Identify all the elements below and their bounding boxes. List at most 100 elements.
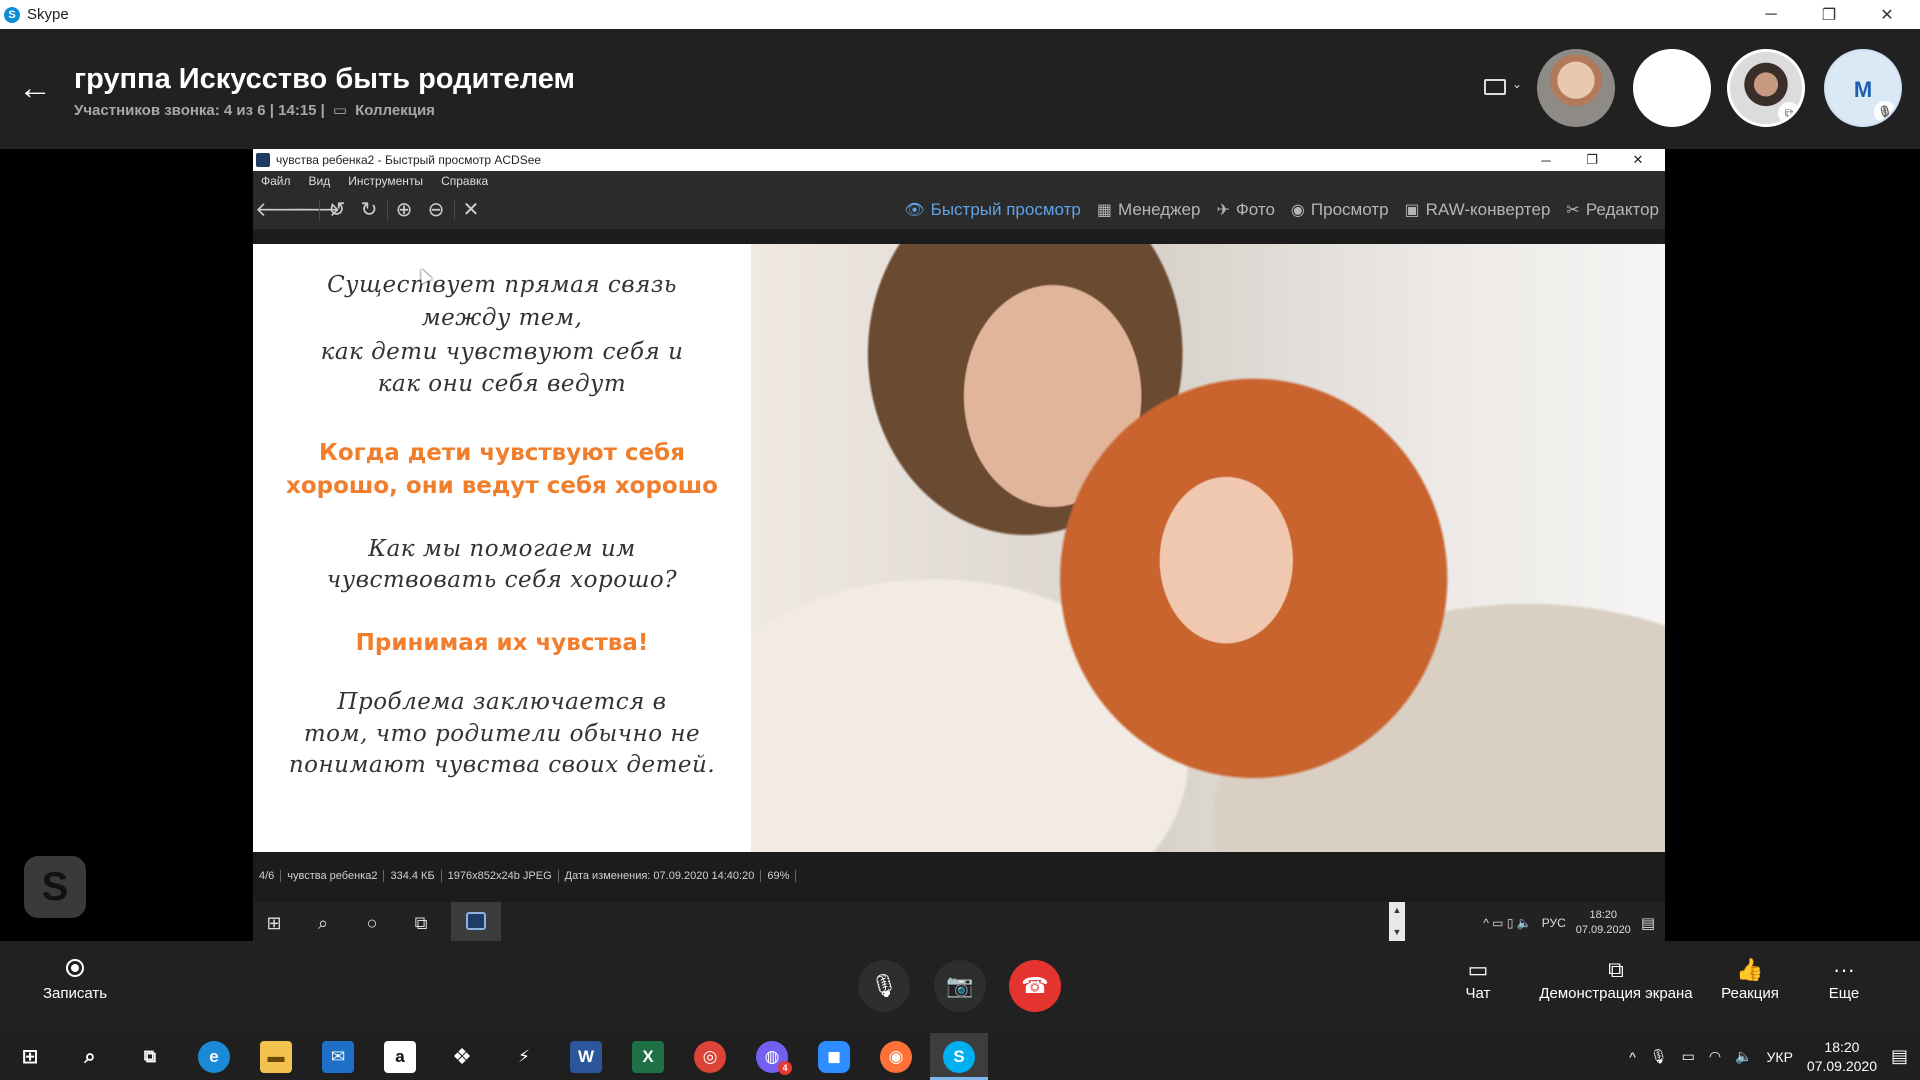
acdsee-minimize-button[interactable]: ─ xyxy=(1523,149,1569,171)
mic-toggle-button[interactable]: 🎙 xyxy=(858,960,910,1012)
tray-volume-icon[interactable]: 🔈 xyxy=(1735,1048,1752,1065)
remote-tray-scroll[interactable]: ▲ ▼ xyxy=(1389,902,1405,943)
mode-photo[interactable]: ✈ Фото xyxy=(1216,200,1274,220)
call-title: группа Искусство быть родителем xyxy=(74,63,575,95)
tray-language[interactable]: УКР xyxy=(1767,1049,1793,1065)
mode-view[interactable]: ◉ Просмотр xyxy=(1291,200,1389,220)
chrome-icon[interactable]: ◎ xyxy=(694,1041,726,1073)
remote-acdsee-taskbar-button[interactable] xyxy=(451,902,501,943)
screen-share-icon: ⧉ xyxy=(1608,957,1624,982)
layout-button[interactable]: ⌄ xyxy=(1480,73,1524,103)
acdsee-app-icon xyxy=(256,153,270,167)
skype-icon: S xyxy=(943,1041,975,1073)
rotate-right-icon[interactable]: ↻ xyxy=(355,198,383,222)
amazon-icon[interactable]: a xyxy=(384,1041,416,1073)
remote-taskview-icon[interactable]: ⧉ xyxy=(408,910,434,936)
chat-button[interactable]: ▭ Чат xyxy=(1455,955,1501,1002)
image-text-line: Проблема заключается в xyxy=(337,689,667,715)
screen-share-button[interactable]: ⧉ Демонстрация экрана xyxy=(1536,955,1696,1002)
menu-file[interactable]: Файл xyxy=(261,174,291,188)
skype-taskbar-button[interactable]: S xyxy=(930,1033,988,1080)
tray-wifi-icon[interactable]: ◠ xyxy=(1709,1048,1721,1065)
participant-avatar-3[interactable]: ⧉ xyxy=(1727,49,1805,127)
mode-editor[interactable]: ✂ Редактор xyxy=(1566,200,1659,220)
remote-system-tray: ^ ▭ ▯ 🔈 РУС 18:20 07.09.2020 ▤ xyxy=(1483,902,1655,943)
mode-raw-converter[interactable]: ▣ RAW-конвертер xyxy=(1405,200,1551,220)
mode-quick-view[interactable]: 👁 Быстрый просмотр xyxy=(904,200,1081,220)
remote-tray-icons[interactable]: ^ ▭ ▯ 🔈 xyxy=(1483,916,1532,930)
record-button[interactable]: Записать xyxy=(40,955,110,1002)
chat-label: Чат xyxy=(1465,985,1491,1002)
collection-label[interactable]: Коллекция xyxy=(355,102,435,119)
viber-icon[interactable]: ◍ 4 xyxy=(756,1041,792,1075)
skype-titlebar: S Skype ─ ❐ ✕ xyxy=(0,0,1920,29)
status-index: 4/6 xyxy=(253,870,282,882)
image-text-line: понимают чувства своих детей. xyxy=(288,752,716,778)
tray-clock[interactable]: 18:20 07.09.2020 xyxy=(1807,1038,1877,1076)
participant-avatar-2[interactable] xyxy=(1633,49,1711,127)
video-toggle-button[interactable]: 📷 xyxy=(934,960,986,1012)
firefox-icon[interactable]: ◉ xyxy=(880,1041,912,1073)
acdsee-restore-button[interactable]: ❐ xyxy=(1569,149,1615,171)
word-icon[interactable]: W xyxy=(570,1041,602,1073)
menu-help[interactable]: Справка xyxy=(441,174,488,188)
remote-search-icon[interactable]: ⌕ xyxy=(310,910,336,936)
back-arrow-icon[interactable]: ← xyxy=(18,71,52,105)
zoom-out-icon[interactable]: ⊖ xyxy=(422,198,450,222)
reaction-button[interactable]: 👍 Реакция xyxy=(1715,955,1785,1002)
mail-icon[interactable]: ✉ xyxy=(322,1041,354,1073)
task-view-icon[interactable]: ⧉ xyxy=(134,1041,166,1073)
menu-tools[interactable]: Инструменты xyxy=(348,174,423,188)
zoom-icon[interactable]: ◼ xyxy=(818,1041,850,1073)
close-button[interactable]: ✕ xyxy=(1858,0,1916,29)
more-button[interactable]: ··· Еще xyxy=(1818,955,1870,1002)
image-text-line: Как мы помогаем им xyxy=(368,536,636,562)
remote-time: 18:20 xyxy=(1589,908,1618,921)
forward-icon[interactable]: 🡒 xyxy=(287,198,341,222)
image-viewer[interactable]: Существует прямая связь между тем, как д… xyxy=(253,244,1665,852)
viber-badge: 4 xyxy=(778,1061,792,1075)
status-filename: чувства ребенка2 xyxy=(281,870,385,882)
notification-center-icon[interactable]: ▤ xyxy=(1891,1046,1908,1067)
image-text-highlight: Когда дети чувствуют себя xyxy=(319,440,685,466)
hangup-button[interactable]: ☎ xyxy=(1009,960,1061,1012)
file-explorer-icon[interactable]: ▬ xyxy=(260,1041,292,1073)
excel-icon[interactable]: X xyxy=(632,1041,664,1073)
edge-icon[interactable]: e xyxy=(198,1041,230,1073)
tray-battery-icon[interactable]: ▭ xyxy=(1682,1048,1695,1065)
mode-manager[interactable]: ▦ Менеджер xyxy=(1097,200,1201,220)
skype-badge-icon: S xyxy=(24,856,86,918)
photo-icon: ✈ xyxy=(1216,202,1230,219)
participant-avatar-1[interactable] xyxy=(1537,49,1615,127)
restore-button[interactable]: ❐ xyxy=(1800,0,1858,29)
collection-icon[interactable]: ▭ xyxy=(333,101,347,119)
window-title: Skype xyxy=(27,6,69,23)
status-dimensions: 1976x852x24b JPEG xyxy=(442,870,559,882)
minimize-button[interactable]: ─ xyxy=(1742,0,1800,29)
rotate-left-icon[interactable]: ↺ xyxy=(323,198,351,222)
tray-chevron-icon[interactable]: ^ xyxy=(1629,1049,1636,1065)
remote-cortana-icon[interactable]: ○ xyxy=(359,910,385,936)
toolbar-divider xyxy=(387,200,388,220)
back-icon[interactable]: 🡐 xyxy=(255,198,309,222)
participant-avatar-4[interactable]: M 🎙 xyxy=(1824,49,1902,127)
remote-language[interactable]: РУС xyxy=(1542,916,1566,930)
mode-label: RAW-конвертер xyxy=(1425,200,1551,219)
remote-start-icon[interactable]: ⊞ xyxy=(261,910,287,936)
start-icon[interactable]: ⊞ xyxy=(14,1041,46,1073)
zoom-in-icon[interactable]: ⊕ xyxy=(390,198,418,222)
remote-clock[interactable]: 18:20 07.09.2020 xyxy=(1576,908,1631,938)
more-icon: ··· xyxy=(1833,957,1855,982)
close-image-icon[interactable]: ✕ xyxy=(457,198,485,222)
dropbox-icon[interactable]: ❖ xyxy=(446,1041,478,1073)
acdsee-close-button[interactable]: ✕ xyxy=(1615,149,1661,171)
app-bolt-icon[interactable]: ⚡ xyxy=(508,1041,540,1073)
mode-label: Фото xyxy=(1235,200,1275,219)
search-icon[interactable]: ⌕ xyxy=(74,1041,106,1073)
scroll-up-icon[interactable]: ▲ xyxy=(1389,905,1405,915)
remote-notification-icon[interactable]: ▤ xyxy=(1641,914,1655,932)
tray-mic-icon[interactable]: 🎙 xyxy=(1650,1048,1668,1065)
status-filesize: 334.4 КБ xyxy=(384,870,442,882)
scroll-down-icon[interactable]: ▼ xyxy=(1389,927,1405,937)
menu-view[interactable]: Вид xyxy=(309,174,331,188)
